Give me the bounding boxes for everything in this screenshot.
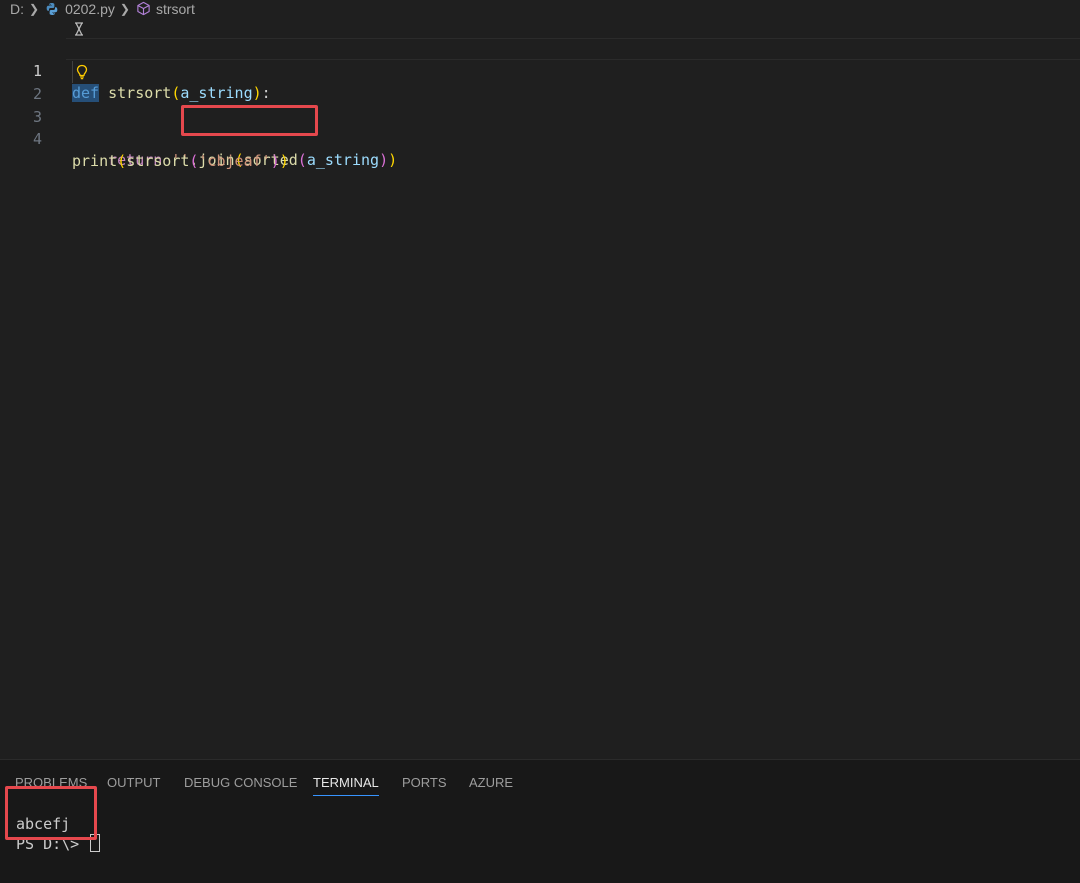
tab-debug-console[interactable]: DEBUG CONSOLE bbox=[184, 775, 297, 791]
codelens-icon[interactable] bbox=[74, 22, 84, 36]
function-print: print bbox=[72, 152, 118, 170]
tab-ports[interactable]: PORTS bbox=[402, 775, 447, 791]
terminal[interactable]: abcefj PS D:\> bbox=[0, 804, 1080, 883]
parameter: a_string bbox=[306, 151, 380, 169]
breadcrumb: D: ❯ 0202.py ❯ strsort bbox=[0, 0, 1080, 17]
lightbulb-icon[interactable] bbox=[74, 64, 90, 80]
bracket: ( bbox=[297, 151, 307, 169]
breadcrumb-symbol-label: strsort bbox=[155, 0, 195, 17]
tab-output[interactable]: OUTPUT bbox=[107, 775, 160, 791]
chevron-right-icon: ❯ bbox=[119, 1, 130, 16]
chevron-right-icon: ❯ bbox=[29, 1, 40, 16]
code-line-2[interactable]: 2 return ''.join(sorted(a_string)) bbox=[0, 61, 1080, 169]
highlight-box-output bbox=[5, 786, 97, 840]
panel-tabs: PROBLEMS OUTPUT DEBUG CONSOLE TERMINAL P… bbox=[0, 760, 1080, 804]
breadcrumb-file[interactable]: 0202.py bbox=[45, 1, 115, 17]
tab-terminal[interactable]: TERMINAL bbox=[313, 775, 379, 796]
tab-azure[interactable]: AZURE bbox=[469, 775, 513, 791]
highlight-box-argument bbox=[181, 105, 318, 136]
line-number: 4 bbox=[32, 130, 42, 148]
code-text: print(strsort('cbjeaf')) bbox=[72, 150, 289, 172]
code-line-3[interactable]: 3 bbox=[0, 84, 1080, 126]
code-line-1[interactable]: 1 def strsort(a_string): bbox=[0, 38, 1080, 102]
string-literal: 'cbjeaf' bbox=[198, 152, 271, 170]
indent-guide bbox=[72, 61, 73, 83]
vscode-window: D: ❯ 0202.py ❯ strsort 1 def strsort(a_s… bbox=[0, 0, 1080, 883]
bracket: ) bbox=[379, 151, 389, 169]
bracket: ( bbox=[117, 152, 127, 170]
python-file-icon bbox=[46, 2, 58, 15]
symbol-method-icon bbox=[137, 1, 150, 16]
function-name: strsort bbox=[126, 152, 190, 170]
bracket: ) bbox=[388, 151, 398, 169]
bracket: ) bbox=[279, 152, 289, 170]
bottom-panel: PROBLEMS OUTPUT DEBUG CONSOLE TERMINAL P… bbox=[0, 759, 1080, 883]
breadcrumb-symbol[interactable]: strsort bbox=[136, 1, 195, 17]
breadcrumb-file-label: 0202.py bbox=[65, 0, 115, 17]
code-line-4[interactable]: 4 print(strsort('cbjeaf')) bbox=[0, 106, 1080, 170]
code-editor[interactable]: 1 def strsort(a_string): 2 return ''.joi… bbox=[0, 17, 1080, 759]
breadcrumb-drive[interactable]: D: bbox=[10, 1, 24, 17]
bracket: ) bbox=[270, 152, 280, 170]
